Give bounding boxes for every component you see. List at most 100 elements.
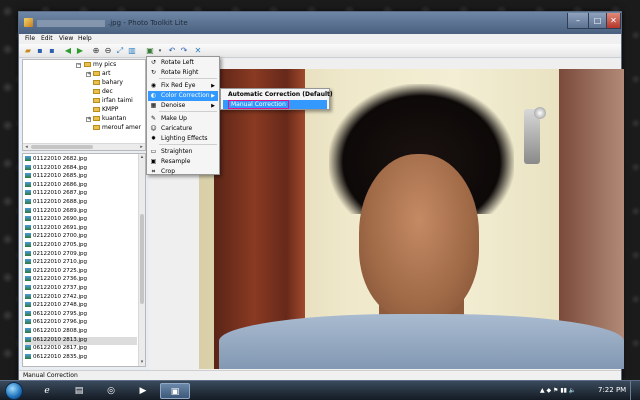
tree-expander-icon[interactable]: + <box>86 117 91 122</box>
menu-view[interactable]: View <box>59 35 73 42</box>
tree-horizontal-scrollbar[interactable]: ◂ ▸ <box>23 143 145 150</box>
file-list-item[interactable]: 01122010 2689.jpg <box>25 207 137 216</box>
photo-preview[interactable] <box>199 69 624 369</box>
image-file-icon <box>25 181 31 187</box>
file-list-item[interactable]: 02122010 2737.jpg <box>25 285 137 293</box>
automatic-correction-item[interactable]: Automatic Correction (Default) <box>223 90 333 99</box>
file-list-item[interactable]: 06122010 2817.jpg <box>25 345 137 353</box>
file-list-item[interactable]: 02122010 2742.jpg <box>25 293 137 302</box>
scroll-right-icon[interactable]: ▸ <box>138 144 145 150</box>
file-list-item[interactable]: 02122010 2700.jpg <box>25 233 137 241</box>
maximize-button[interactable]: □ <box>588 13 607 29</box>
tree-item-merouf-amer[interactable]: merouf amer <box>93 124 141 132</box>
media-player-icon[interactable]: ▶ <box>128 383 158 399</box>
file-name: 01122010 2682.jpg <box>33 156 87 162</box>
cancel-icon[interactable]: ✕ <box>193 46 203 56</box>
undo-icon[interactable]: ↶ <box>167 46 177 56</box>
file-list-item[interactable]: 02122010 2748.jpg <box>25 302 137 310</box>
start-button[interactable] <box>5 382 23 400</box>
context-menu-straighten[interactable]: ▭ Straighten <box>148 147 218 157</box>
folder-tree[interactable]: − my pics + art bahary dec irfan taimi K… <box>22 59 146 151</box>
system-tray[interactable]: ▲ ◆ ⚑ ▮▮ 🔈 <box>540 387 576 394</box>
file-list-item[interactable]: 02122010 2705.jpg <box>25 242 137 250</box>
scroll-left-icon[interactable]: ◂ <box>23 144 30 150</box>
image-file-icon <box>25 319 31 325</box>
file-list-item[interactable]: 02122010 2709.jpg <box>25 250 137 259</box>
tree-item-kuantan[interactable]: kuantan <box>93 115 126 123</box>
file-list-item[interactable]: 01122010 2682.jpg <box>25 156 137 164</box>
context-menu-rotate-right[interactable]: ↻ Rotate Right <box>148 68 218 78</box>
file-list-item[interactable]: 01122010 2691.jpg <box>25 224 137 233</box>
file-name: 06122010 2813.jpg <box>33 336 87 343</box>
context-menu-make-up[interactable]: ✎ Make Up <box>148 114 218 124</box>
file-name: 02122010 2700.jpg <box>33 233 87 240</box>
zoom-out-icon[interactable]: ⊖ <box>103 46 113 56</box>
file-list-item[interactable]: 06122010 2808.jpg <box>25 328 137 336</box>
menu-file[interactable]: File <box>25 35 35 42</box>
straighten-icon: ▭ <box>150 148 157 155</box>
show-desktop-button[interactable] <box>630 381 640 400</box>
file-list-item[interactable]: 06122010 2795.jpg <box>25 310 137 319</box>
zoom-in-icon[interactable]: ⊕ <box>91 46 101 56</box>
image-file-icon <box>25 216 31 222</box>
explorer-icon[interactable]: ▤ <box>64 383 94 399</box>
scroll-thumb[interactable] <box>31 145 93 149</box>
edit-tools-dropdown-icon[interactable]: ▾ <box>155 46 165 56</box>
file-list-item[interactable]: 01122010 2684.jpg <box>25 164 137 173</box>
context-menu-fix-red-eye[interactable]: ◉ Fix Red Eye ▶ <box>148 81 218 91</box>
tree-expander-icon[interactable]: − <box>76 63 81 68</box>
tree-expander-icon[interactable]: + <box>86 72 91 77</box>
photo-toolkit-task-icon[interactable]: ▣ <box>160 383 190 399</box>
file-list-item[interactable]: 01122010 2686.jpg <box>25 181 137 190</box>
file-list-item[interactable]: 02122010 2736.jpg <box>25 276 137 284</box>
context-menu-caricature[interactable]: ☺ Caricature <box>148 124 218 134</box>
file-list-scrollbar[interactable]: ▴ ▾ <box>138 154 145 366</box>
save-as-icon[interactable]: ▪ <box>47 46 57 56</box>
file-list-item[interactable]: 02122010 2725.jpg <box>25 267 137 276</box>
context-menu-color-correction[interactable]: ◐ Color Correction ▶ <box>148 91 218 101</box>
context-menu-crop[interactable]: ⌗ Crop <box>148 167 218 177</box>
tree-item-my-pics[interactable]: my pics <box>84 61 116 69</box>
save-icon[interactable]: ▪ <box>35 46 45 56</box>
file-list-item[interactable]: 01122010 2690.jpg <box>25 216 137 224</box>
actual-size-icon[interactable]: ▥ <box>127 46 137 56</box>
menu-help[interactable]: Help <box>78 35 92 42</box>
image-file-icon <box>25 345 31 351</box>
fit-window-icon[interactable]: ⤢ <box>115 46 125 56</box>
menu-edit[interactable]: Edit <box>41 35 53 42</box>
close-button[interactable]: ✕ <box>606 13 621 29</box>
scroll-up-icon[interactable]: ▴ <box>139 154 145 161</box>
tree-item-dec[interactable]: dec <box>93 88 113 96</box>
context-menu-lighting-effects[interactable]: ✸ Lighting Effects <box>148 134 218 144</box>
clock[interactable]: 7:22 PM <box>598 386 626 394</box>
ie-icon[interactable]: ℯ <box>32 383 62 399</box>
file-list-item[interactable]: 01122010 2688.jpg <box>25 199 137 207</box>
tree-item-irfan-taimi[interactable]: irfan taimi <box>93 97 133 105</box>
file-list-item[interactable]: 01122010 2687.jpg <box>25 190 137 198</box>
file-list[interactable]: 01122010 2682.jpg 01122010 2684.jpg 011220… <box>22 153 146 367</box>
tree-item-kmpp[interactable]: KMPP <box>93 106 118 114</box>
minimize-button[interactable]: – <box>567 13 589 29</box>
file-name: 02122010 2736.jpg <box>33 276 87 283</box>
back-arrow-icon[interactable]: ◀ <box>63 46 73 56</box>
context-menu-rotate-left[interactable]: ↺ Rotate Left <box>148 58 218 68</box>
scroll-down-icon[interactable]: ▾ <box>139 359 145 366</box>
open-icon[interactable]: ▰ <box>23 46 33 56</box>
tree-item-art[interactable]: art <box>93 70 111 78</box>
scroll-thumb[interactable] <box>140 214 144 304</box>
manual-correction-item[interactable]: Manual Correction <box>223 100 327 109</box>
title-bar[interactable]: 0612201028.jpg - Photo Toolkit Lite – □ … <box>19 12 621 34</box>
file-list-item[interactable]: 06122010 2796.jpg <box>25 319 137 327</box>
file-list-item[interactable]: 01122010 2685.jpg <box>25 173 137 181</box>
make-up-icon: ✎ <box>150 115 157 122</box>
redo-icon[interactable]: ↷ <box>179 46 189 56</box>
edit-tools-icon[interactable]: ▣ <box>145 46 155 56</box>
context-menu-denoise[interactable]: ▦ Denoise ▶ <box>148 101 218 111</box>
file-list-item[interactable]: 06122010 2813.jpg <box>25 336 137 345</box>
context-menu-resample[interactable]: ▣ Resample <box>148 157 218 167</box>
forward-arrow-icon[interactable]: ▶ <box>75 46 85 56</box>
tree-item-bahary[interactable]: bahary <box>93 79 123 87</box>
chrome-icon[interactable]: ◎ <box>96 383 126 399</box>
file-list-item[interactable]: 02122010 2710.jpg <box>25 259 137 267</box>
file-list-item[interactable]: 06122010 2835.jpg <box>25 353 137 362</box>
